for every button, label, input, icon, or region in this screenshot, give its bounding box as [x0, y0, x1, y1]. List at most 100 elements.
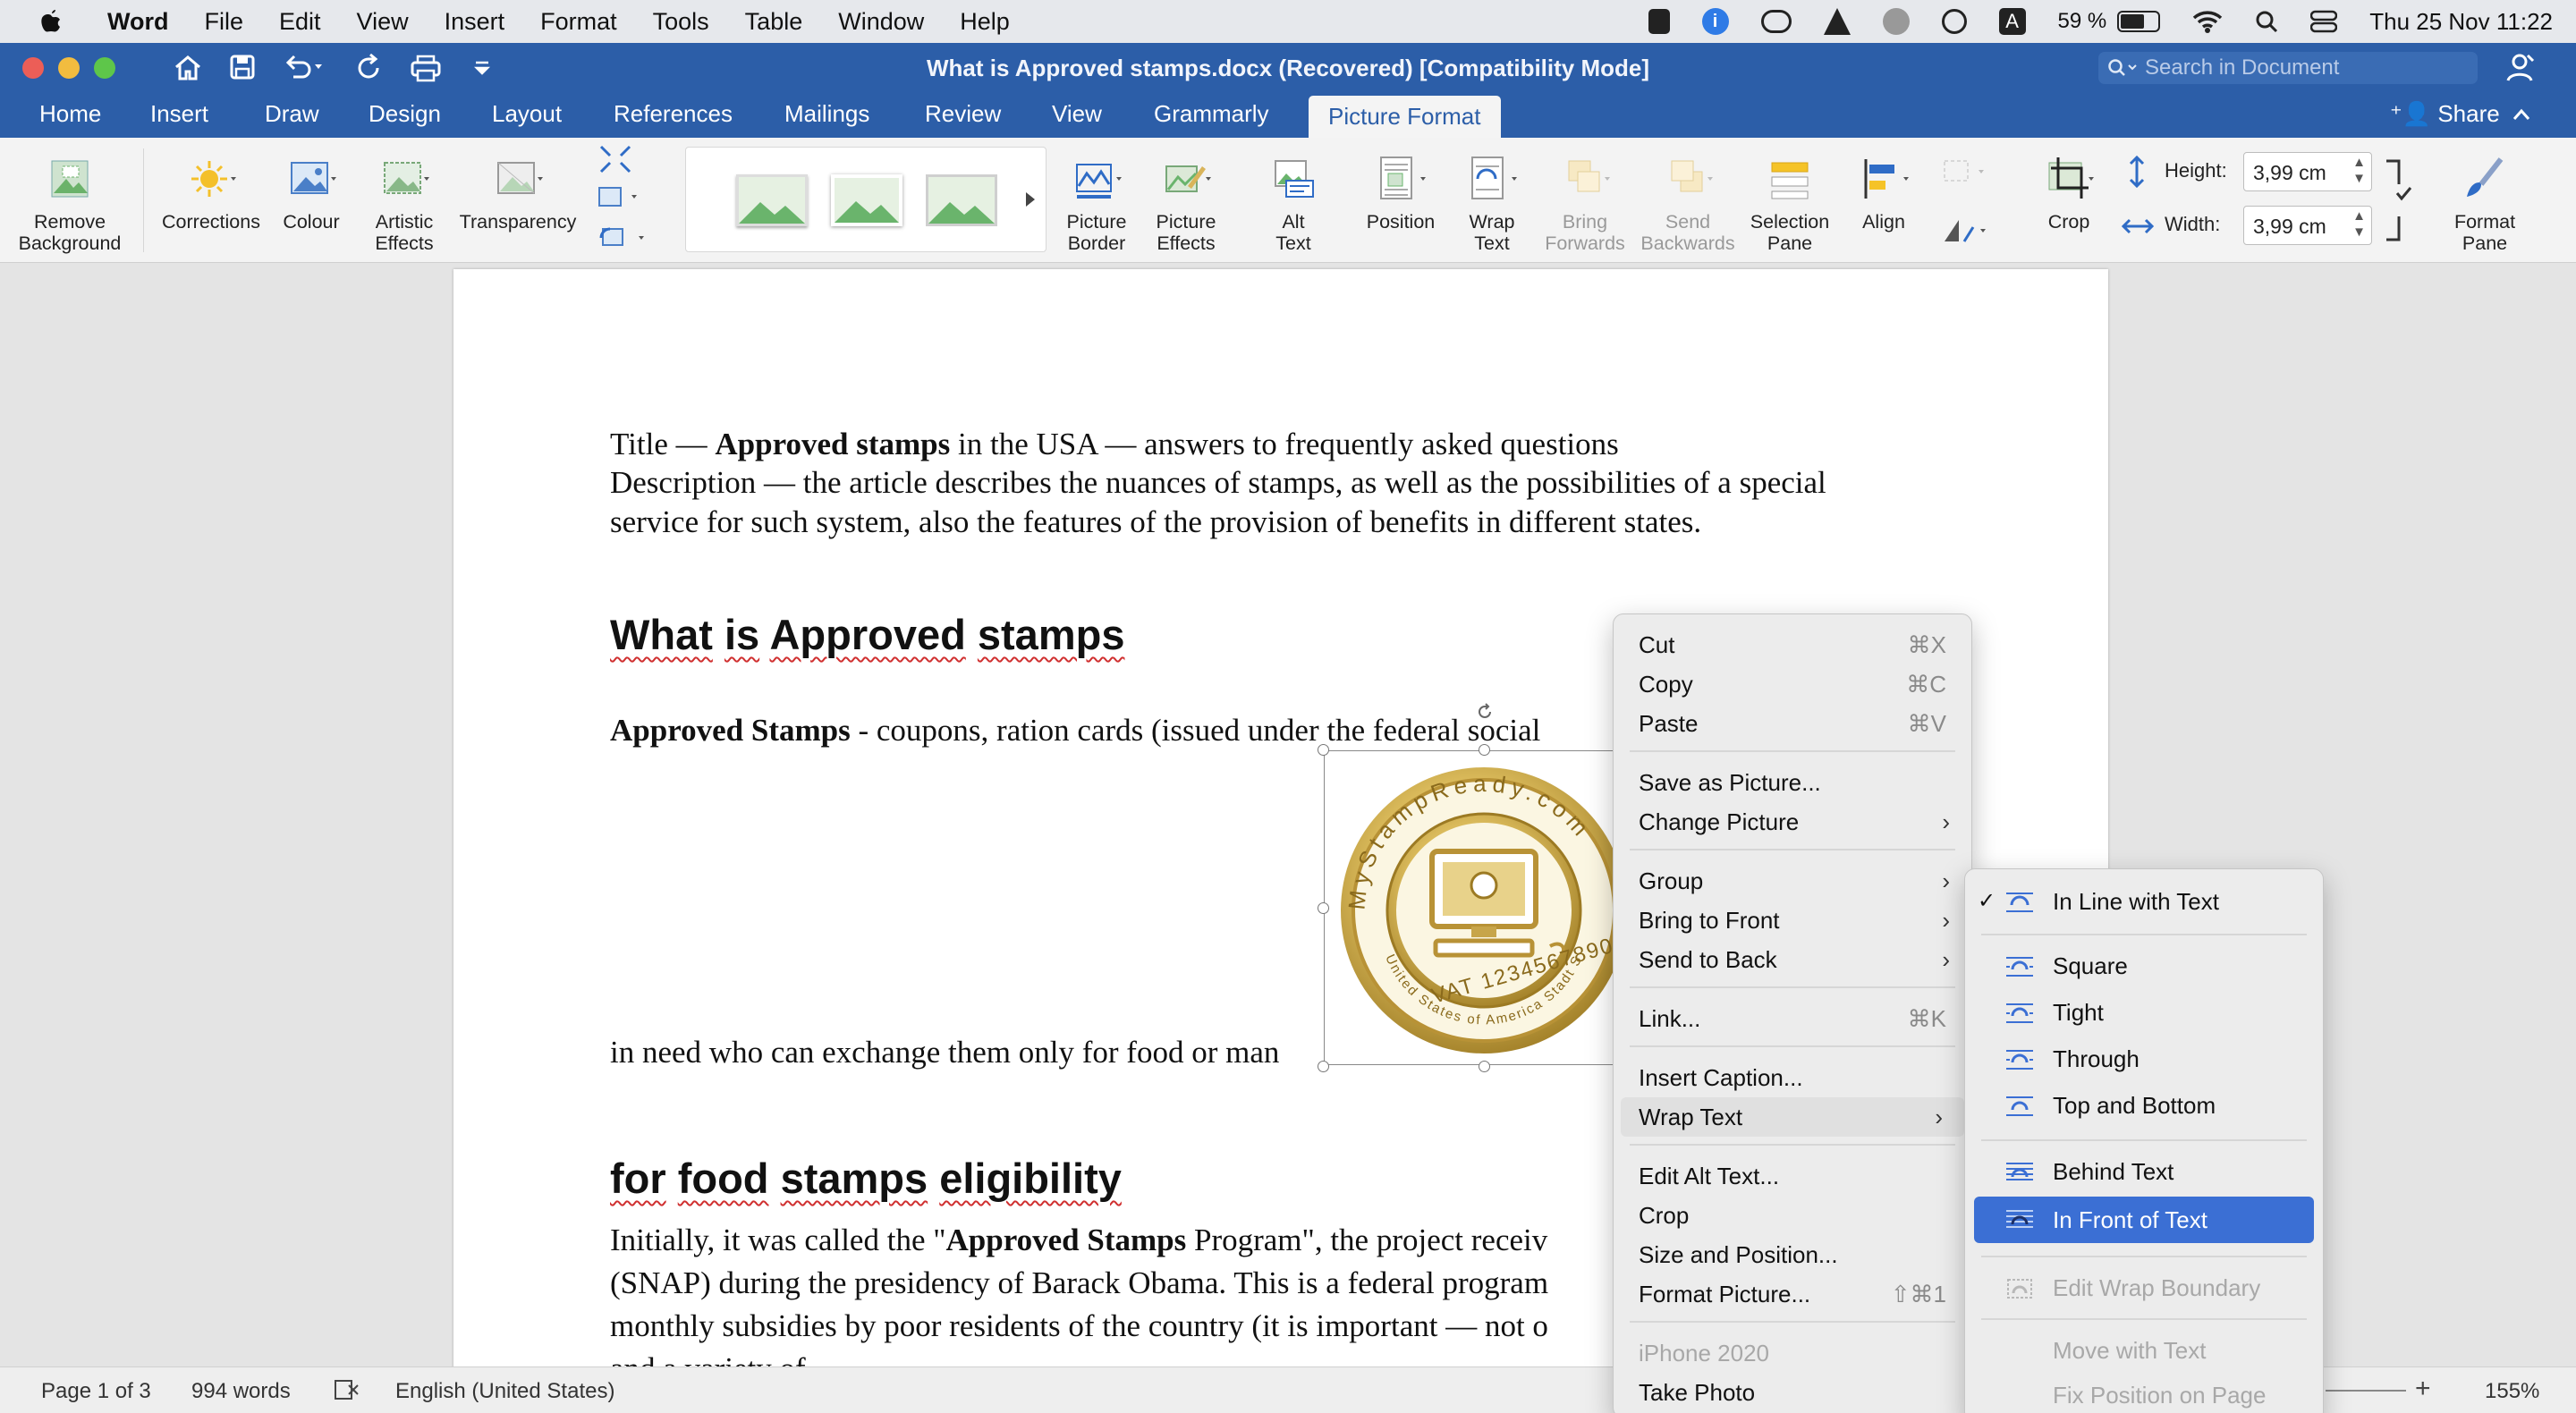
lock-aspect-ratio-icon[interactable]: [2383, 157, 2415, 243]
tab-design[interactable]: Design: [349, 93, 461, 138]
menu-item-take-photo[interactable]: Take Photo: [1614, 1373, 1971, 1412]
format-pane-button[interactable]: Format Pane: [2442, 154, 2528, 254]
menu-item-crop[interactable]: Crop: [1614, 1196, 1971, 1235]
wrap-option-in-front-of-text[interactable]: In Front of Text: [1974, 1197, 2314, 1243]
search-box[interactable]: Search in Document: [2098, 52, 2478, 84]
menu-item-insert-caption[interactable]: Insert Caption...: [1614, 1058, 1971, 1097]
tab-mailings[interactable]: Mailings: [765, 93, 889, 138]
menu-view[interactable]: View: [357, 8, 409, 36]
corrections-button[interactable]: Corrections: [154, 154, 268, 233]
wrap-option-square[interactable]: Square: [1965, 946, 2323, 986]
tab-draw[interactable]: Draw: [245, 93, 339, 138]
resize-handle-bottom[interactable]: [1479, 1061, 1490, 1072]
picture-style-1[interactable]: [736, 174, 808, 226]
resize-handle-bottom-left[interactable]: [1318, 1061, 1329, 1072]
menu-item-format-picture[interactable]: Format Picture... ⇧⌘1: [1614, 1274, 1971, 1314]
word-count[interactable]: 994 words: [191, 1379, 291, 1404]
vlc-icon[interactable]: [1823, 8, 1851, 35]
transparency-button[interactable]: Transparency: [453, 154, 583, 233]
page-count[interactable]: Page 1 of 3: [41, 1379, 151, 1404]
menu-item-wrap-text[interactable]: Wrap Text ›: [1621, 1097, 1964, 1137]
tab-picture-format[interactable]: Picture Format: [1309, 96, 1501, 138]
align-button[interactable]: Align: [1848, 154, 1919, 233]
menu-item-link[interactable]: Link... ⌘K: [1614, 999, 1971, 1038]
language[interactable]: English (United States): [395, 1379, 614, 1404]
menu-format[interactable]: Format: [540, 8, 617, 36]
colour-button[interactable]: Colour: [274, 154, 349, 233]
picture-border-button[interactable]: Picture Border: [1055, 154, 1138, 254]
zoom-in-button[interactable]: +: [2415, 1374, 2431, 1404]
alt-text-button[interactable]: Alt Text: [1259, 154, 1327, 254]
tab-review[interactable]: Review: [905, 93, 1021, 138]
gallery-scroll-right-icon[interactable]: [1024, 190, 1037, 208]
width-field[interactable]: 3,99 cm ▲ ▼: [2243, 206, 2372, 245]
crop-button[interactable]: Crop: [2029, 154, 2109, 233]
tab-grammarly[interactable]: Grammarly: [1134, 93, 1289, 138]
menu-item-paste[interactable]: Paste ⌘V: [1614, 704, 1971, 743]
wifi-icon[interactable]: [2192, 10, 2223, 33]
bring-forwards-button[interactable]: Bring Forwards: [1540, 154, 1630, 254]
wrap-option-top-and-bottom[interactable]: Top and Bottom: [1965, 1086, 2323, 1125]
resize-handle-left[interactable]: [1318, 902, 1329, 914]
group-objects-icon[interactable]: [1939, 157, 1989, 186]
selection-pane-button[interactable]: Selection Pane: [1744, 154, 1835, 254]
tab-home[interactable]: Home: [20, 93, 121, 138]
menu-table[interactable]: Table: [745, 8, 803, 36]
account-icon[interactable]: [2504, 52, 2537, 84]
proofing-icon[interactable]: [333, 1378, 361, 1401]
menu-tools[interactable]: Tools: [653, 8, 709, 36]
battery-icon[interactable]: [2117, 11, 2161, 32]
position-button[interactable]: Position: [1358, 154, 1444, 233]
creative-cloud-icon[interactable]: [1760, 10, 1792, 33]
wrap-option-in-line[interactable]: ✓ In Line with Text: [1965, 882, 2323, 921]
rotate-handle-icon[interactable]: [1475, 702, 1495, 722]
wrap-text-button[interactable]: Wrap Text: [1453, 154, 1531, 254]
wrap-option-behind-text[interactable]: Behind Text: [1965, 1152, 2323, 1191]
resize-handle-top-left[interactable]: [1318, 744, 1329, 756]
lock-status-icon[interactable]: [1648, 9, 1670, 34]
menu-item-cut[interactable]: Cut ⌘X: [1614, 625, 1971, 664]
height-field[interactable]: 3,99 cm ▲ ▼: [2243, 152, 2372, 191]
input-source-icon[interactable]: A: [1998, 8, 2026, 35]
reset-picture-icon[interactable]: [596, 224, 646, 252]
control-center-icon[interactable]: [2310, 10, 2338, 33]
zoom-level[interactable]: 155%: [2485, 1379, 2539, 1404]
picture-styles-gallery[interactable]: [685, 147, 1046, 252]
menu-item-size-and-position[interactable]: Size and Position...: [1614, 1235, 1971, 1274]
tab-insert[interactable]: Insert: [131, 93, 228, 138]
menu-item-edit-alt-text[interactable]: Edit Alt Text...: [1614, 1156, 1971, 1196]
rotate-icon[interactable]: [1939, 213, 1989, 247]
send-backwards-button[interactable]: Send Backwards: [1639, 154, 1737, 254]
remove-background-button[interactable]: Remove Background: [9, 154, 131, 254]
picture-effects-button[interactable]: Picture Effects: [1145, 154, 1227, 254]
resize-handle-top[interactable]: [1479, 744, 1490, 756]
telegram-icon[interactable]: [1882, 8, 1910, 35]
datetime[interactable]: Thu 25 Nov 11:22: [2369, 8, 2553, 36]
artistic-effects-button[interactable]: Artistic Effects: [358, 154, 451, 254]
fix-position-on-page[interactable]: Fix Position on Page: [1965, 1375, 2323, 1413]
menu-edit[interactable]: Edit: [279, 8, 321, 36]
menu-item-group[interactable]: Group ›: [1614, 861, 1971, 901]
play-status-icon[interactable]: [1941, 9, 1967, 34]
width-stepper[interactable]: ▲ ▼: [2352, 208, 2366, 241]
change-picture-icon[interactable]: [596, 184, 640, 211]
menu-file[interactable]: File: [205, 8, 244, 36]
menu-app-name[interactable]: Word: [107, 8, 169, 36]
menu-window[interactable]: Window: [838, 8, 924, 36]
tab-layout[interactable]: Layout: [472, 93, 581, 138]
menu-item-save-as-picture[interactable]: Save as Picture...: [1614, 763, 1971, 802]
tab-view[interactable]: View: [1032, 93, 1122, 138]
wrap-option-through[interactable]: Through: [1965, 1039, 2323, 1079]
menu-item-copy[interactable]: Copy ⌘C: [1614, 664, 1971, 704]
height-stepper[interactable]: ▲ ▼: [2352, 155, 2366, 187]
share-button[interactable]: ⁺👤 Share: [2390, 93, 2500, 134]
selected-picture[interactable]: MyStampReady.com United States of Americ…: [1324, 750, 1646, 1065]
compress-pictures-icon[interactable]: [597, 143, 633, 175]
collapse-ribbon-icon[interactable]: [2512, 107, 2531, 122]
wrap-option-tight[interactable]: Tight: [1965, 993, 2323, 1032]
menu-help[interactable]: Help: [960, 8, 1010, 36]
picture-style-3[interactable]: [926, 174, 997, 226]
info-status-icon[interactable]: i: [1701, 8, 1729, 35]
menu-item-send-to-back[interactable]: Send to Back ›: [1614, 940, 1971, 979]
menu-insert[interactable]: Insert: [445, 8, 505, 36]
